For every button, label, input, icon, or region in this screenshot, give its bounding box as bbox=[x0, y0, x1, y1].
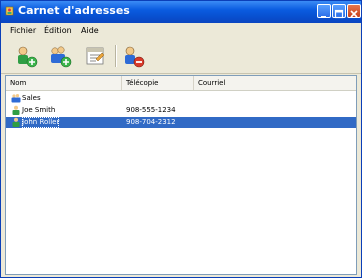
delete-button[interactable] bbox=[121, 44, 145, 68]
menu-bar: Fichier Édition Aide bbox=[1, 23, 361, 39]
close-button[interactable] bbox=[347, 4, 361, 18]
maximize-icon bbox=[334, 9, 344, 19]
contact-icon bbox=[12, 105, 20, 115]
column-header-name[interactable]: Nom bbox=[6, 76, 122, 90]
contact-list[interactable]: Nom Télécopie Courriel Sales Joe Smith 9… bbox=[5, 75, 357, 275]
contact-fax: 908-555-1234 bbox=[126, 106, 176, 114]
menu-fichier[interactable]: Fichier bbox=[10, 26, 36, 35]
contact-name: John Roller bbox=[22, 117, 60, 128]
column-header-fax[interactable]: Télécopie bbox=[122, 76, 194, 90]
delete-icon bbox=[125, 46, 145, 68]
new-contact-icon bbox=[18, 46, 38, 68]
window-title: Carnet d'adresses bbox=[18, 4, 130, 17]
list-item[interactable]: Sales bbox=[6, 93, 356, 104]
new-group-icon bbox=[51, 46, 72, 68]
list-item-selected[interactable]: John Roller 908-704-2312 bbox=[6, 117, 356, 128]
new-contact-button[interactable] bbox=[14, 44, 38, 68]
new-group-button[interactable] bbox=[48, 44, 72, 68]
properties-button[interactable] bbox=[83, 44, 107, 68]
maximize-button[interactable] bbox=[332, 4, 346, 19]
toolbar-separator bbox=[115, 45, 116, 67]
toolbar bbox=[1, 39, 361, 74]
column-header-label: Courriel bbox=[198, 79, 226, 87]
address-book-icon bbox=[5, 6, 14, 16]
contact-name: Sales bbox=[22, 94, 41, 102]
address-book-window: Carnet d'adresses Fichier Édition Aide N… bbox=[0, 0, 362, 278]
column-header-label: Télécopie bbox=[126, 79, 159, 87]
contact-name: Joe Smith bbox=[22, 106, 56, 114]
menu-edition[interactable]: Édition bbox=[44, 26, 72, 35]
group-icon bbox=[11, 94, 21, 103]
list-item[interactable]: Joe Smith 908-555-1234 bbox=[6, 105, 356, 116]
properties-icon bbox=[86, 47, 105, 65]
minimize-icon bbox=[321, 16, 326, 18]
minimize-button[interactable] bbox=[317, 4, 331, 18]
contact-fax: 908-704-2312 bbox=[126, 118, 176, 126]
list-header: Nom Télécopie Courriel bbox=[6, 76, 356, 91]
title-bar[interactable]: Carnet d'adresses bbox=[1, 1, 361, 23]
column-header-email[interactable]: Courriel bbox=[194, 76, 356, 90]
column-header-label: Nom bbox=[10, 79, 27, 87]
contact-icon bbox=[12, 117, 20, 127]
menu-aide[interactable]: Aide bbox=[81, 26, 99, 35]
close-icon bbox=[350, 10, 358, 18]
